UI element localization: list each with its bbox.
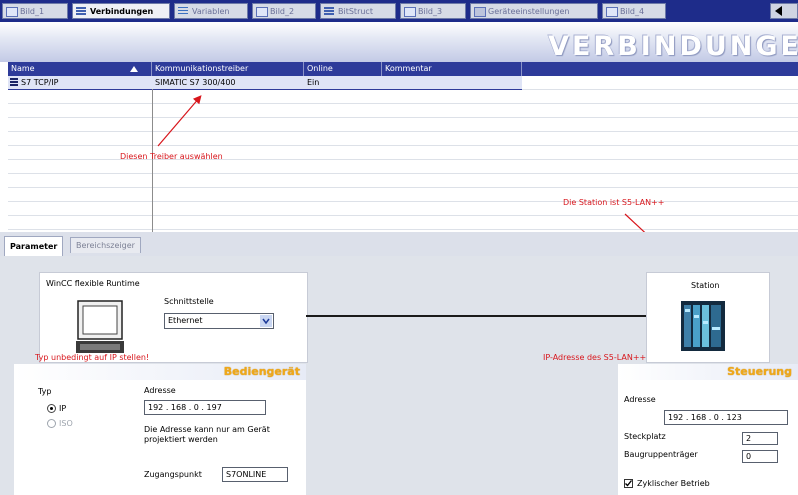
hmi-address-note-1: Die Adresse kann nur am Gerät (144, 425, 270, 434)
hmi-panel-header: Bediengerät (14, 364, 306, 380)
station-label: Station (691, 281, 720, 290)
checkmark-icon (625, 480, 633, 487)
interface-value: Ethernet (168, 316, 203, 325)
access-point-input[interactable]: S7ONLINE (222, 467, 288, 482)
plc-panel: Adresse 192 . 168 . 0 . 123 Steckplatz 2… (618, 380, 798, 495)
interface-label: Schnittstelle (164, 297, 214, 306)
annotation-station: Die Station ist S5-LAN++ (563, 198, 665, 207)
radio-iso[interactable] (47, 419, 56, 428)
hmi-address-note-2: projektiert werden (144, 435, 218, 444)
interface-select[interactable]: Ethernet (164, 313, 274, 329)
type-label: Typ (38, 387, 52, 396)
tab-bereichszeiger[interactable]: Bereichszeiger (70, 237, 141, 253)
runtime-box: WinCC flexible Runtime Schnittstelle Eth… (39, 272, 308, 363)
radio-ip[interactable] (47, 404, 56, 413)
plc-panel-header: Steuerung (618, 364, 798, 380)
hmi-header-title: Bediengerät (223, 365, 300, 378)
rack-input[interactable]: 0 (742, 450, 778, 463)
annotation-ip: IP-Adresse des S5-LAN++ (543, 353, 647, 362)
connection-line (306, 315, 646, 317)
annotation-typ: Typ unbedingt auf IP stellen! (35, 353, 150, 362)
hmi-address-label: Adresse (144, 386, 176, 395)
plc-rack-icon (681, 301, 725, 351)
rack-label: Baugruppenträger (624, 450, 698, 459)
plc-address-input[interactable]: 192 . 168 . 0 . 123 (664, 410, 788, 425)
slot-input[interactable]: 2 (742, 432, 778, 445)
chevron-down-icon[interactable] (260, 315, 272, 327)
runtime-title: WinCC flexible Runtime (46, 279, 140, 288)
monitor-icon (76, 300, 124, 353)
radio-ip-label[interactable]: IP (59, 404, 66, 413)
plc-address-label: Adresse (624, 395, 656, 404)
annotation-driver: Diesen Treiber auswählen (120, 152, 223, 161)
cyclic-label[interactable]: Zyklischer Betrieb (637, 479, 710, 488)
tab-parameter[interactable]: Parameter (4, 236, 64, 256)
arrow-to-driver (157, 95, 202, 147)
station-box: Station (646, 272, 770, 363)
access-point-label: Zugangspunkt (144, 470, 202, 479)
parameter-area: WinCC flexible Runtime Schnittstelle Eth… (0, 256, 798, 495)
cyclic-checkbox[interactable] (624, 479, 633, 488)
hmi-panel: Typ IP ISO Adresse 192 . 168 . 0 . 197 D… (14, 380, 306, 495)
radio-iso-label[interactable]: ISO (59, 419, 73, 428)
slot-label: Steckplatz (624, 432, 666, 441)
hmi-address-input[interactable]: 192 . 168 . 0 . 197 (144, 400, 266, 415)
plc-header-title: Steuerung (727, 365, 792, 378)
